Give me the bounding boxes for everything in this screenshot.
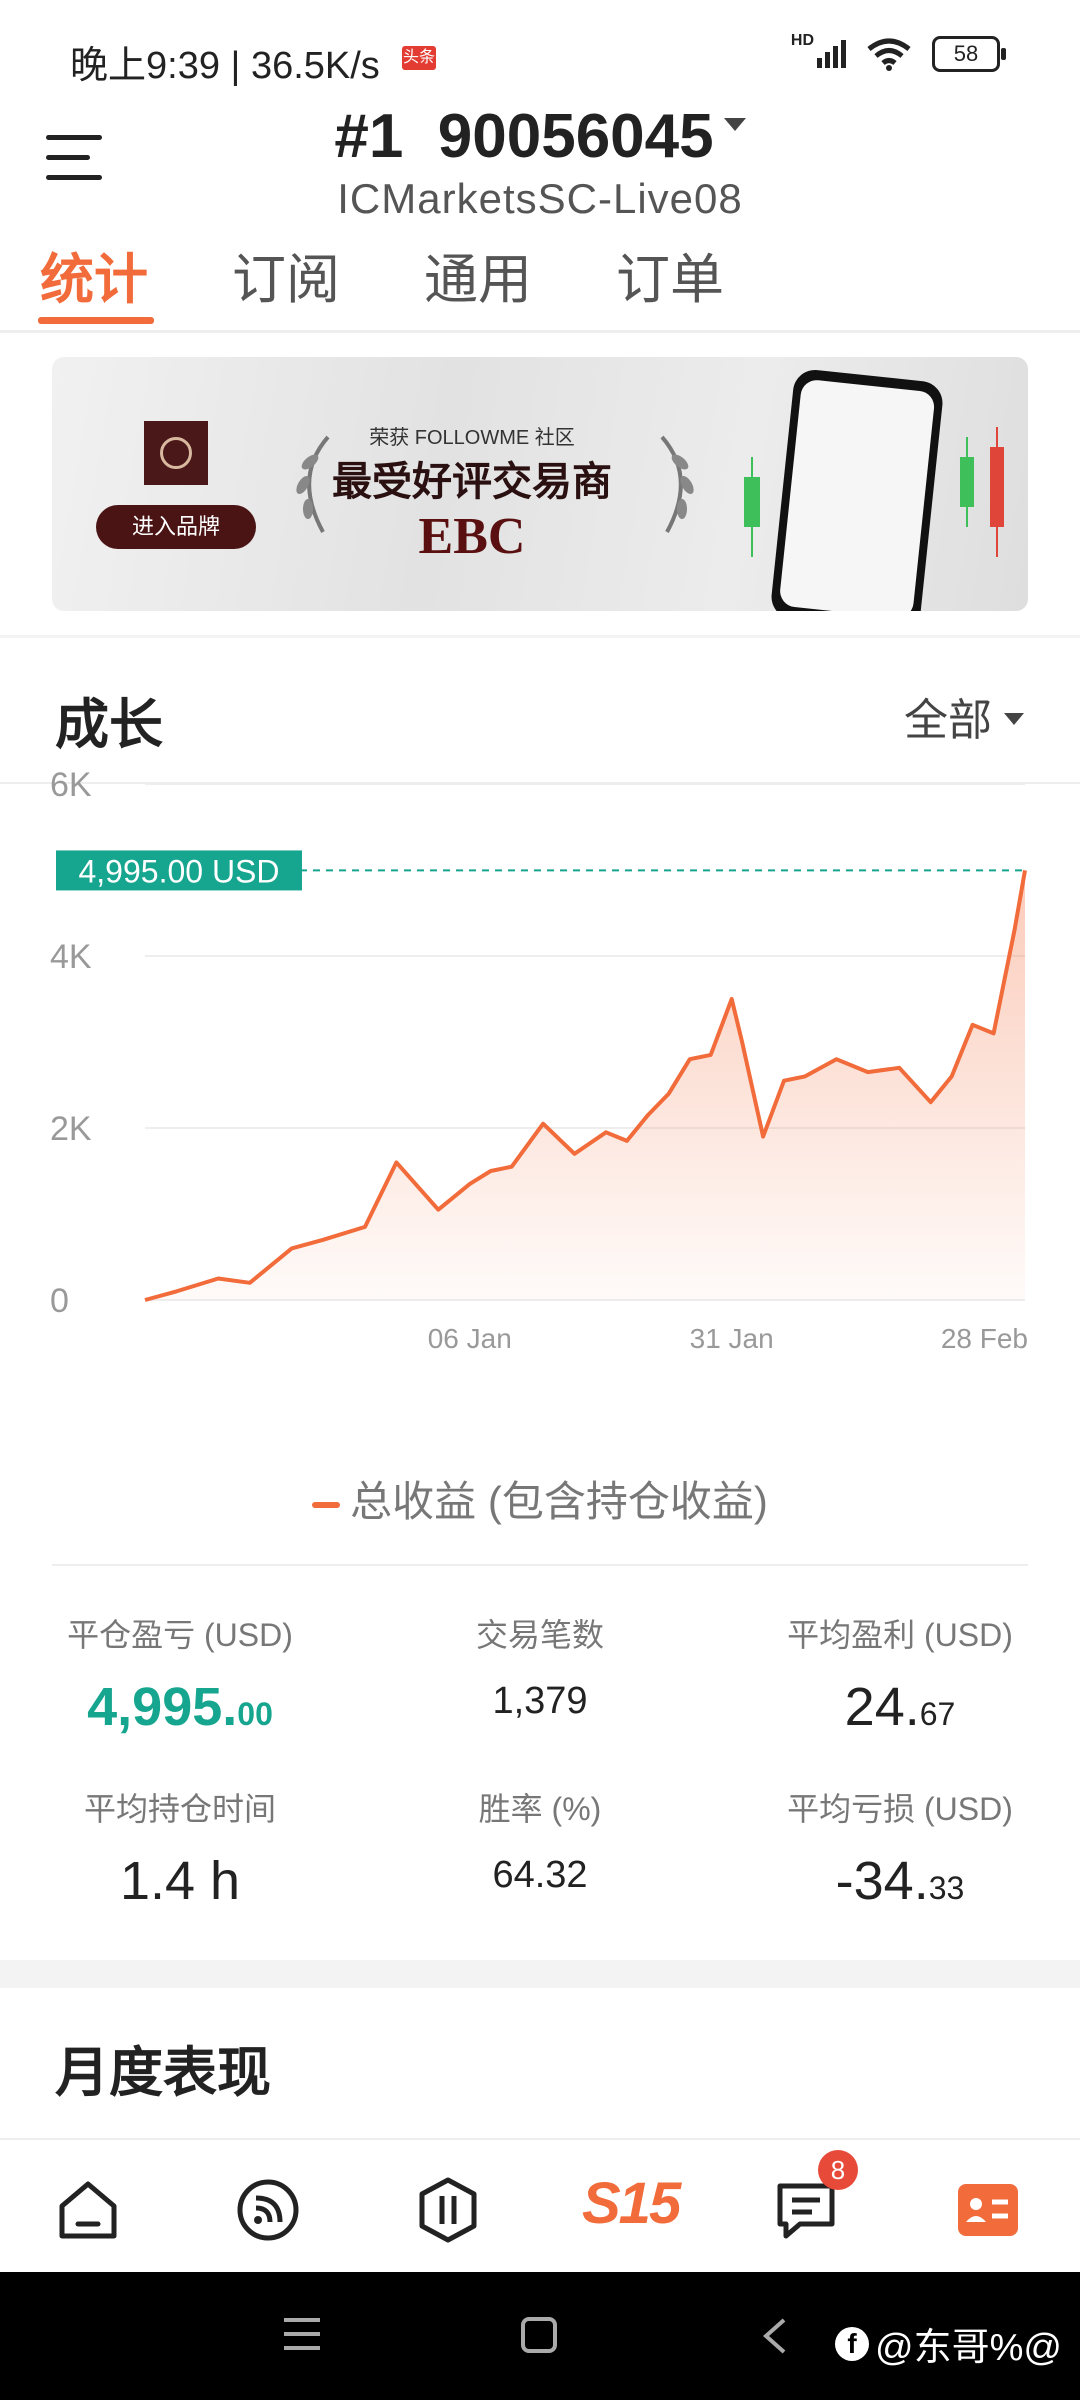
stat-label: 平均盈利 (USD) <box>787 1617 1013 1653</box>
y-tick-label: 0 <box>50 1282 69 1320</box>
account-title: #1 90056045 <box>334 102 714 171</box>
stat-closed-pnl: 平仓盈亏 (USD) 4,995.00 <box>10 1610 350 1738</box>
app-header: #1 90056045 ICMarketsSC-Live08 统计 订阅 通用 … <box>0 95 1080 330</box>
range-selector[interactable]: 全部 <box>904 684 1024 748</box>
growth-section: 成长 全部 6K 4K 2K 0 06 Jan 31 Jan 28 Feb 4,995.00 … <box>0 638 1080 1960</box>
stat-win-rate: 胜率 (%) 64.32 <box>370 1784 710 1897</box>
stat-label: 平均持仓时间 <box>83 1791 276 1827</box>
banner-section: 进入品牌 荣获 FOLLOWME 社区 最受好评交易商 EBC <box>0 333 1080 635</box>
system-nav-bar: f @东哥%@ <box>0 2272 1080 2400</box>
wifi-icon <box>867 38 911 71</box>
stat-value: 1.4 h <box>119 1851 241 1911</box>
enter-brand-button[interactable]: 进入品牌 <box>96 505 256 549</box>
trade-icon[interactable] <box>412 2174 484 2246</box>
series-area <box>145 870 1025 1300</box>
watermark-text: @东哥%@ <box>875 2327 1062 2369</box>
tab-orders[interactable]: 订单 <box>616 235 724 314</box>
stat-value: 64.32 <box>492 1854 588 1896</box>
current-value-label: 4,995.00 USD <box>78 853 279 889</box>
home-icon[interactable] <box>52 2174 124 2246</box>
active-tab-indicator <box>38 317 154 324</box>
watermark: f @东哥%@ <box>835 2316 1062 2371</box>
award-title: 最受好评交易商 <box>332 460 612 504</box>
x-tick-label: 28 Feb <box>941 1323 1028 1354</box>
stat-value: 1,379 <box>492 1680 588 1722</box>
y-tick-label: 6K <box>50 766 92 804</box>
stat-label: 平均亏损 (USD) <box>787 1791 1013 1827</box>
s15-tab[interactable]: S15 <box>582 2170 681 2237</box>
growth-chart[interactable]: 6K 4K 2K 0 06 Jan 31 Jan 28 Feb 4,995.00 USD <box>0 766 1080 1466</box>
growth-title: 成长 <box>55 695 163 755</box>
chevron-down-icon <box>1004 713 1024 726</box>
battery-icon: 58 <box>932 36 1006 72</box>
laurel-right-icon <box>660 435 694 533</box>
award-brand: EBC <box>418 508 526 565</box>
status-time: 晚上9:39 | 36.5K/s <box>70 45 380 87</box>
range-label: 全部 <box>904 696 992 745</box>
award-subtitle: 荣获 FOLLOWME 社区 <box>369 427 575 449</box>
message-badge: 8 <box>818 2150 858 2190</box>
legend-label: 总收益 (包含持仓收益) <box>350 1478 768 1525</box>
stat-avg-loss: 平均亏损 (USD) -34.33 <box>730 1784 1070 1912</box>
candlestick-decor-right-icon <box>960 427 1004 557</box>
monthly-title: 月度表现 <box>55 2043 271 2103</box>
candlestick-decor-icon <box>744 457 760 557</box>
stat-value: -34.33 <box>835 1851 965 1911</box>
back-icon[interactable] <box>760 2316 790 2356</box>
chart-legend: 总收益 (包含持仓收益) <box>0 1468 1080 1529</box>
x-tick-label: 06 Jan <box>428 1323 512 1354</box>
stat-value: 4,995.00 <box>87 1677 273 1737</box>
ebc-logo <box>144 421 208 485</box>
account-selector[interactable]: #1 90056045 <box>0 101 1080 172</box>
stat-label: 胜率 (%) <box>478 1791 602 1827</box>
phone-illustration <box>769 367 945 611</box>
profile-card-icon[interactable] <box>952 2174 1024 2246</box>
home-button-icon[interactable] <box>520 2316 558 2354</box>
legend-swatch <box>312 1501 341 1508</box>
stat-avg-profit: 平均盈利 (USD) 24.67 <box>730 1610 1070 1738</box>
status-bar: 晚上9:39 | 36.5K/s 头条 HD 58 <box>0 0 1080 95</box>
promo-banner[interactable]: 进入品牌 荣获 FOLLOWME 社区 最受好评交易商 EBC <box>52 357 1028 611</box>
y-tick-label: 4K <box>50 938 92 976</box>
server-name: ICMarketsSC-Live08 <box>337 175 743 222</box>
tab-stats[interactable]: 统计 <box>40 235 148 314</box>
recent-apps-icon[interactable] <box>282 2316 322 2352</box>
tab-bar: 统计 订阅 通用 订单 <box>0 235 1080 330</box>
facebook-icon: f <box>835 2326 870 2361</box>
signal-icon: HD <box>791 32 846 68</box>
hd-label: HD <box>790 32 814 49</box>
y-tick-label: 2K <box>50 1110 92 1148</box>
bottom-nav: S15 8 <box>0 2138 1080 2274</box>
status-icons: HD 58 <box>791 32 1006 72</box>
monthly-section: 月度表现 <box>0 1988 1080 2138</box>
chevron-down-icon <box>723 118 746 132</box>
x-tick-label: 31 Jan <box>690 1323 774 1354</box>
stat-trade-count: 交易笔数 1,379 <box>370 1610 710 1723</box>
stat-label: 交易笔数 <box>475 1617 604 1653</box>
tab-subscribe[interactable]: 订阅 <box>232 235 340 314</box>
stat-label: 平仓盈亏 (USD) <box>67 1617 293 1653</box>
stat-value: 24.67 <box>844 1677 956 1737</box>
tab-general[interactable]: 通用 <box>424 235 532 314</box>
stat-avg-hold-time: 平均持仓时间 1.4 h <box>10 1784 350 1912</box>
feed-icon[interactable] <box>232 2174 304 2246</box>
toutiao-badge: 头条 <box>402 46 436 70</box>
